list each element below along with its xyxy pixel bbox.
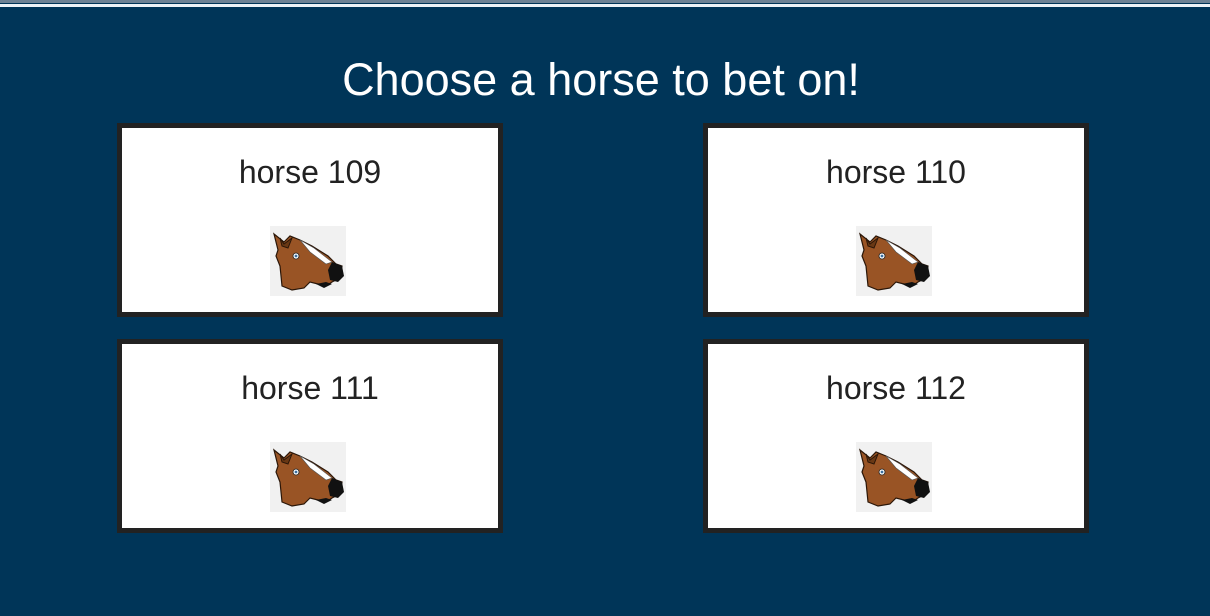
horse-card-112[interactable]: horse 112	[703, 339, 1089, 533]
top-border	[0, 0, 1210, 10]
horse-head-icon	[856, 442, 932, 512]
horse-head-icon	[856, 226, 932, 296]
horse-name: horse 109	[238, 154, 382, 190]
horse-name: horse 112	[826, 370, 966, 406]
page-title: Choose a horse to bet on!	[342, 54, 860, 105]
horse-head-icon	[270, 442, 346, 512]
horse-name: horse 110	[826, 154, 966, 190]
horse-card-109[interactable]: horse 109	[117, 123, 503, 317]
horse-card-110[interactable]: horse 110	[703, 123, 1089, 317]
horse-head-icon	[270, 226, 346, 296]
horse-name: horse 111	[241, 370, 379, 406]
horse-card-111[interactable]: horse 111	[117, 339, 503, 533]
